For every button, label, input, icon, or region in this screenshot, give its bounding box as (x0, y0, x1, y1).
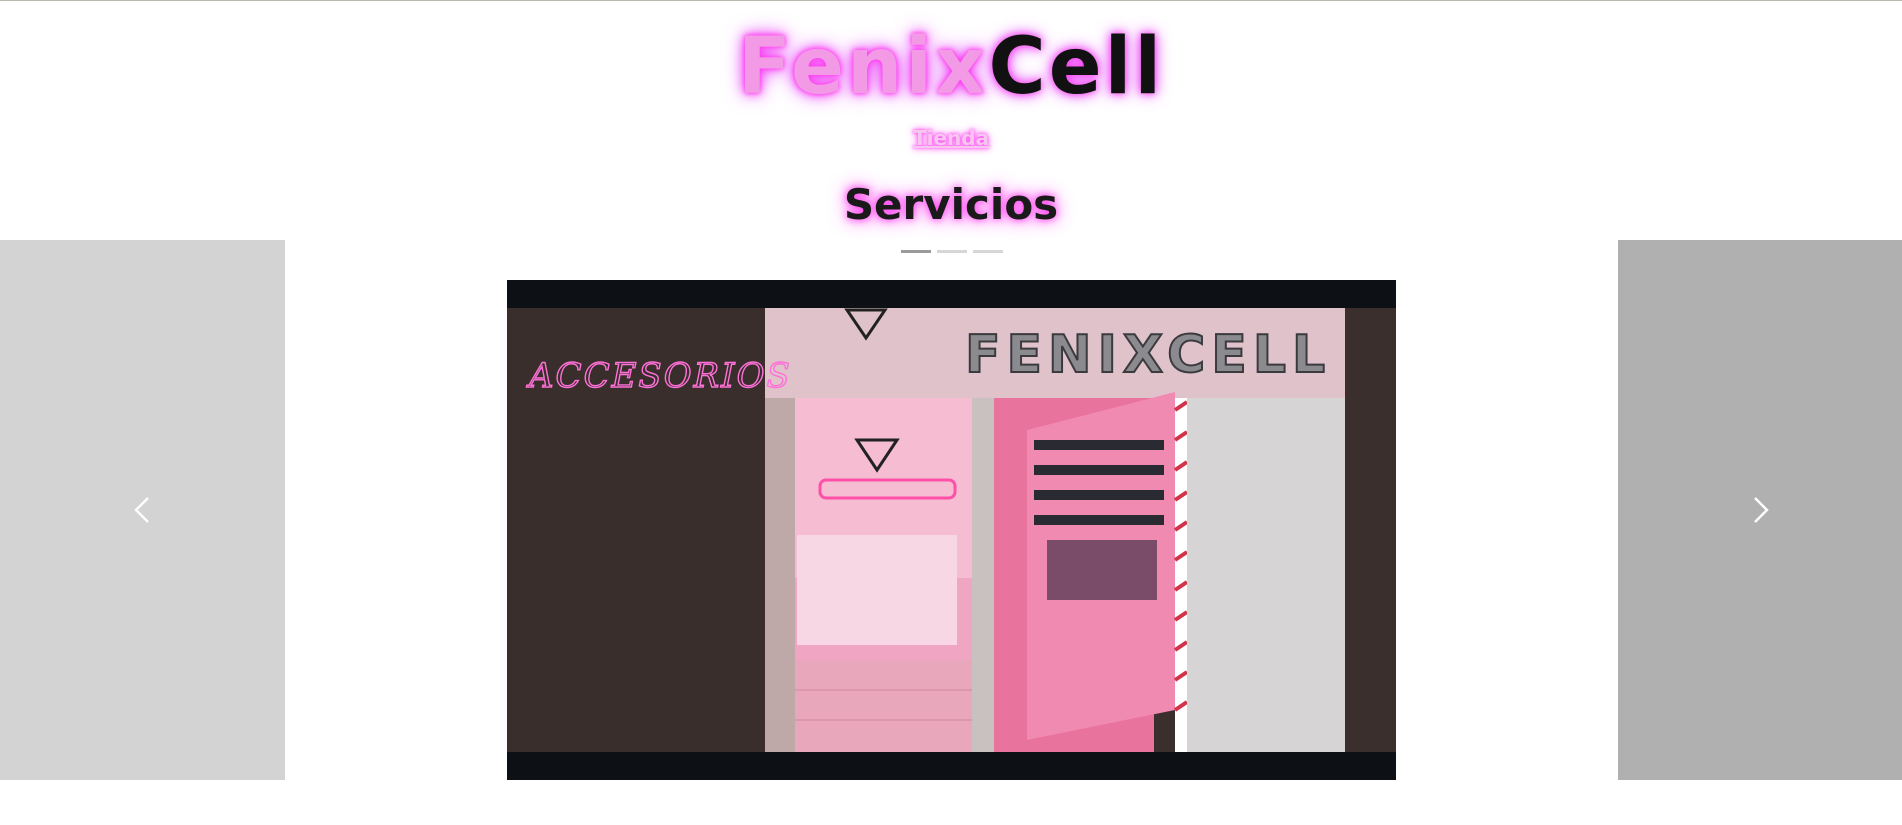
top-rule (0, 0, 1902, 1)
carousel-indicator-2[interactable] (937, 250, 967, 253)
nav-link-tienda[interactable]: Tienda (0, 126, 1902, 150)
brand-logo[interactable]: FenixCell (0, 28, 1902, 106)
storefront-photo: FENIXCELL ACCESORIOS (507, 308, 1396, 752)
carousel-indicator-1[interactable] (901, 250, 931, 253)
chevron-left-icon (134, 497, 149, 523)
brand-logo-part2: Cell (988, 22, 1165, 112)
brand-logo-part1: Fenix (737, 22, 989, 112)
chevron-right-icon (1754, 497, 1769, 523)
carousel-slide[interactable]: FENIXCELL ACCESORIOS (507, 280, 1396, 780)
carousel-next-button[interactable] (1740, 490, 1780, 530)
carousel-indicators (901, 250, 1003, 253)
storefront-sign-text: FENIXCELL (965, 325, 1331, 385)
neon-accesorios-sign: ACCESORIOS (526, 356, 792, 396)
section-title: Servicios (843, 180, 1059, 229)
carousel-prev-button[interactable] (123, 490, 163, 530)
carousel-indicator-3[interactable] (973, 250, 1003, 253)
